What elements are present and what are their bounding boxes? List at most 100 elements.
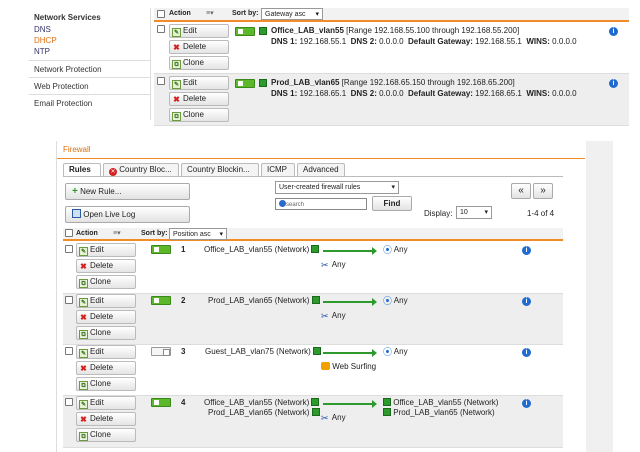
page-title: Firewall (57, 141, 585, 159)
nav-item-ntp[interactable]: NTP (29, 46, 150, 57)
info-icon[interactable]: i (522, 348, 531, 357)
new-rule-button[interactable]: + New Rule... (65, 183, 190, 200)
delete-icon: ✖ (80, 364, 87, 373)
rule-service: ✂ Any (321, 311, 346, 321)
open-live-log-button[interactable]: Open Live Log (65, 206, 190, 223)
select-all-checkbox[interactable] (65, 229, 73, 237)
find-button[interactable]: Find (372, 196, 412, 211)
rule-source: Office_LAB_vlan55 (Network) (204, 398, 320, 407)
web-surfing-icon (321, 362, 330, 370)
dhcp-details: DNS 1: 192.168.55.1 DNS 2: 0.0.0.0 Defau… (271, 37, 577, 46)
rule-row: ✎ Edit ✖ Delete ⧉ Clone 2 Prod_LAB_vlan65 (… (63, 294, 563, 345)
enable-toggle[interactable] (151, 296, 171, 305)
clone-icon: ⧉ (172, 60, 181, 69)
row-checkbox[interactable] (65, 398, 73, 406)
edit-icon: ✎ (172, 80, 181, 89)
dhcp-range: [Range 192.168.55.100 through 192.168.55… (346, 26, 520, 35)
delete-button[interactable]: ✖ Delete (169, 40, 229, 54)
clone-button[interactable]: ⧉ Clone (169, 108, 229, 122)
tab-advanced[interactable]: Advanced (297, 163, 345, 176)
enable-toggle[interactable] (235, 79, 255, 88)
sort-select[interactable]: Gateway asc ▾ (261, 8, 323, 20)
rule-destination: Office_LAB_vlan55 (Network) (383, 398, 498, 407)
row-actions: ✎ Edit ✖ Delete ⧉ Clone (169, 24, 229, 72)
edit-button[interactable]: ✎ Edit (76, 243, 136, 257)
blocked-icon: ✕ (109, 168, 117, 176)
page-next-button[interactable]: » (533, 183, 553, 199)
rule-service: ✂ Any (321, 260, 346, 270)
enable-toggle[interactable] (151, 245, 171, 254)
row-checkbox[interactable] (65, 347, 73, 355)
row-checkbox[interactable] (157, 25, 165, 33)
clone-button[interactable]: ⧉ Clone (169, 56, 229, 70)
info-icon[interactable]: i (522, 246, 531, 255)
row-actions: ✎ Edit ✖ Delete ⧉ Clone (169, 76, 229, 124)
sidebar-nav: Network Services DNS DHCP NTP Network Pr… (29, 8, 151, 120)
clone-button[interactable]: ⧉ Clone (76, 275, 136, 289)
tab-rules[interactable]: Rules (63, 163, 101, 177)
scrollbar[interactable] (586, 141, 613, 452)
clone-icon: ⧉ (172, 112, 181, 121)
row-checkbox[interactable] (157, 77, 165, 85)
delete-button[interactable]: ✖ Delete (169, 92, 229, 106)
edit-button[interactable]: ✎ Edit (76, 396, 136, 410)
display-count-select[interactable]: 10 ▾ (456, 206, 492, 219)
nav-item-email-protection[interactable]: Email Protection (29, 94, 150, 111)
tab-icmp[interactable]: ICMP (261, 163, 295, 176)
edit-icon: ✎ (79, 400, 88, 409)
nav-item-network-protection[interactable]: Network Protection (29, 60, 150, 77)
nav-group-network-services[interactable]: Network Services (29, 8, 150, 24)
enable-toggle[interactable] (151, 347, 171, 356)
row-actions: ✎ Edit ✖ Delete ⧉ Clone (76, 243, 136, 291)
edit-button[interactable]: ✎ Edit (169, 24, 229, 38)
info-icon[interactable]: i (522, 399, 531, 408)
nav-item-dns[interactable]: DNS (29, 24, 150, 35)
delete-button[interactable]: ✖ Delete (76, 259, 136, 273)
clone-icon: ⧉ (79, 330, 88, 339)
edit-button[interactable]: ✎ Edit (76, 294, 136, 308)
column-menu-icon[interactable]: ≡▾ (113, 229, 121, 237)
service-icon: ✂ (321, 413, 329, 423)
action-header: Action (169, 10, 191, 17)
nav-item-web-protection[interactable]: Web Protection (29, 77, 150, 94)
info-icon[interactable]: i (609, 27, 618, 36)
row-actions: ✎ Edit ✖ Delete ⧉ Clone (76, 345, 136, 393)
clone-button[interactable]: ⧉ Clone (76, 377, 136, 391)
column-menu-icon[interactable]: ≡▾ (206, 9, 214, 17)
delete-button[interactable]: ✖ Delete (76, 310, 136, 324)
info-icon[interactable]: i (609, 79, 618, 88)
info-icon[interactable]: i (522, 297, 531, 306)
search-input[interactable]: search (275, 198, 367, 210)
delete-icon: ✖ (173, 95, 180, 104)
dhcp-title-line: Prod_LAB_vlan65 [Range 192.168.65.150 th… (271, 78, 515, 87)
delete-button[interactable]: ✖ Delete (76, 361, 136, 375)
tab-country-blocking-exceptions[interactable]: Country Blockin... (181, 163, 259, 176)
network-flag-icon (311, 296, 320, 304)
rule-filter-select[interactable]: User-created firewall rules ▾ (275, 181, 399, 194)
network-flag-icon (311, 408, 320, 416)
dhcp-server-list: Action ≡▾ Sort by: Gateway asc ▾ ✎ Edit ✖ D… (154, 8, 629, 126)
edit-button[interactable]: ✎ Edit (76, 345, 136, 359)
row-checkbox[interactable] (65, 245, 73, 253)
rules-list-header: Action ≡▾ Sort by: Position asc ▾ (63, 228, 563, 241)
enable-toggle[interactable] (235, 27, 255, 36)
page-prev-button[interactable]: « (511, 183, 531, 199)
clone-button[interactable]: ⧉ Clone (76, 326, 136, 340)
enable-toggle[interactable] (151, 398, 171, 407)
sort-label: Sort by: (232, 10, 259, 17)
sort-select[interactable]: Position asc ▾ (169, 228, 227, 240)
rule-destination: ⦿ Any (383, 245, 408, 255)
nav-item-dhcp[interactable]: DHCP (29, 35, 150, 46)
delete-button[interactable]: ✖ Delete (76, 412, 136, 426)
edit-icon: ✎ (79, 298, 88, 307)
rule-source: Office_LAB_vlan55 (Network) (204, 245, 320, 254)
edit-button[interactable]: ✎ Edit (169, 76, 229, 90)
tab-country-blocking[interactable]: ✕ Country Bloc... (103, 163, 179, 176)
flow-arrow (323, 349, 377, 357)
network-flag-icon (313, 347, 322, 355)
clone-button[interactable]: ⧉ Clone (76, 428, 136, 442)
network-flag-icon (311, 245, 320, 253)
select-all-checkbox[interactable] (157, 10, 165, 18)
rule-source: Prod_LAB_vlan65 (Network) (208, 296, 320, 305)
row-checkbox[interactable] (65, 296, 73, 304)
